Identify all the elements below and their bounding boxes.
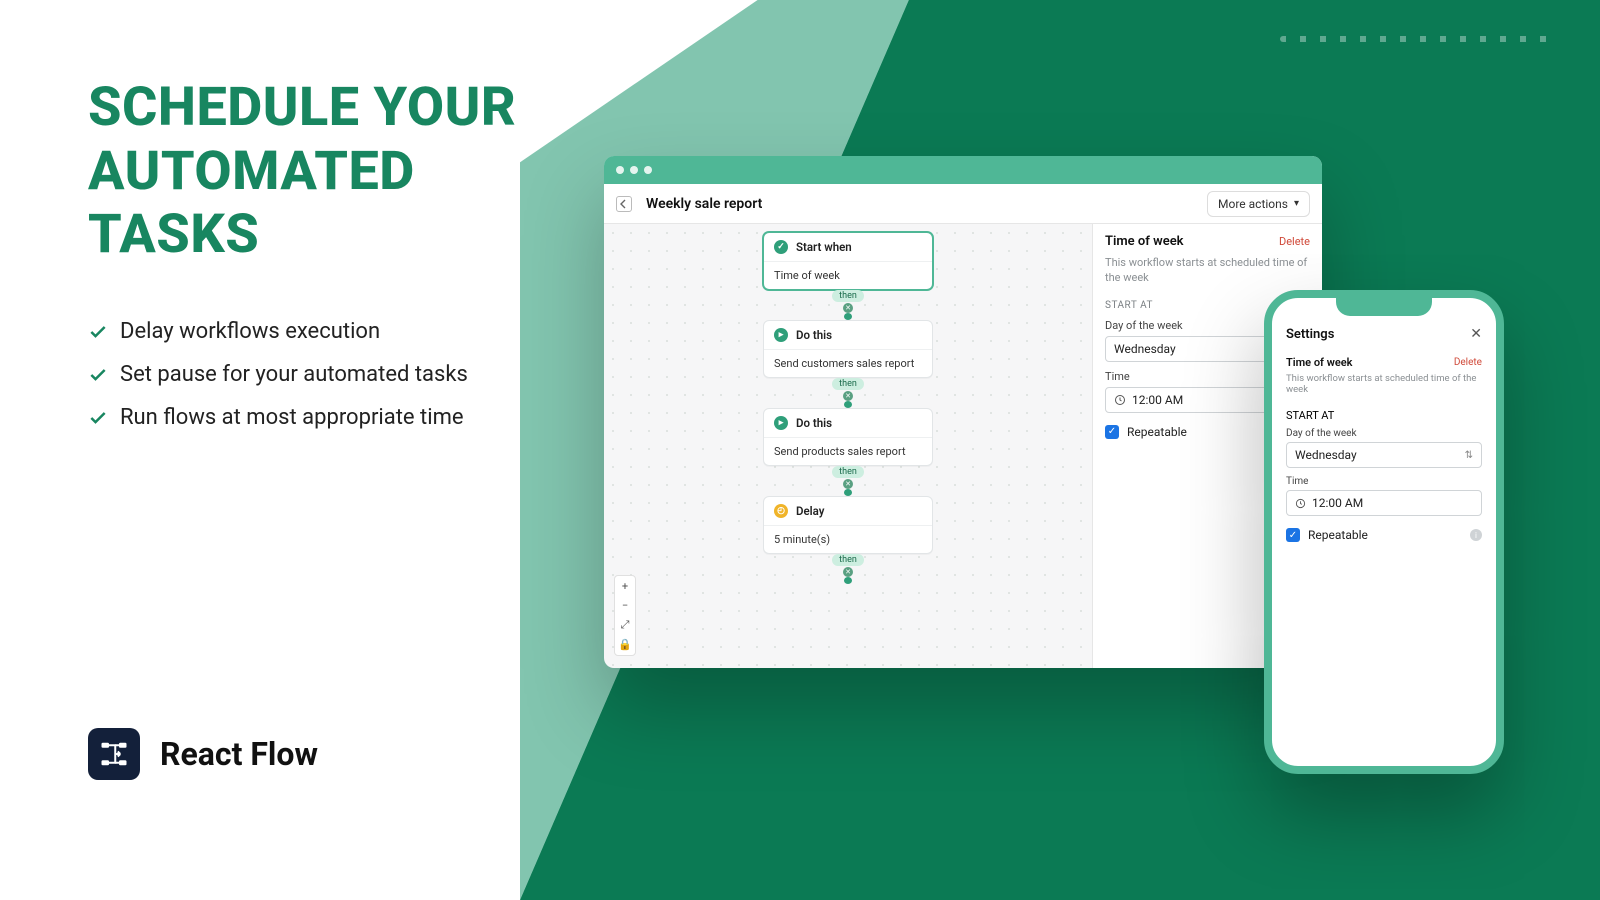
zoom-controls: + − ⤢ 🔒	[614, 575, 636, 656]
zoom-in-button[interactable]: +	[622, 580, 628, 593]
more-actions-button[interactable]: More actions ▾	[1207, 191, 1310, 217]
delete-button[interactable]: Delete	[1454, 357, 1482, 368]
flow-node-action[interactable]: ▸ Do this Send products sales report	[763, 408, 933, 466]
hero-line-2: AUTOMATED	[88, 140, 516, 204]
section-label: START AT	[1286, 409, 1482, 422]
bullet-text: Set pause for your automated tasks	[120, 362, 468, 387]
repeatable-label: Repeatable	[1127, 425, 1187, 439]
decoration-dots	[1280, 36, 1560, 42]
time-value: 12:00 AM	[1312, 496, 1363, 510]
flow-node-action[interactable]: ▸ Do this Send customers sales report	[763, 320, 933, 378]
node-title: Do this	[796, 416, 832, 430]
connector-label: then	[832, 290, 864, 302]
time-input: 12:00 AM	[1286, 490, 1482, 516]
day-select[interactable]: Wednesday ⇅	[1286, 442, 1482, 468]
brand-name: React Flow	[160, 735, 318, 773]
hero-bullets: Delay workflows execution Set pause for …	[88, 319, 516, 430]
panel-subtitle: This workflow starts at scheduled time o…	[1105, 255, 1310, 286]
flow-connector: then ✕	[763, 378, 933, 408]
more-actions-label: More actions	[1218, 197, 1288, 211]
page-title: Weekly sale report	[646, 196, 762, 212]
flow-canvas[interactable]: ✓ Start when Time of week then ✕ ▸ Do this…	[604, 224, 1092, 668]
checkbox-checked-icon: ✓	[1286, 528, 1300, 542]
chevron-down-icon: ▾	[1294, 198, 1299, 209]
phone-mockup: Settings ✕ Time of week Delete This work…	[1264, 290, 1504, 774]
bullet-item: Delay workflows execution	[88, 319, 516, 344]
phone-title: Settings	[1286, 327, 1334, 342]
info-icon[interactable]: i	[1470, 529, 1482, 541]
play-circle-icon: ▸	[774, 416, 788, 430]
toolbar: Weekly sale report More actions ▾	[604, 184, 1322, 224]
back-icon	[619, 199, 629, 209]
browser-window: Weekly sale report More actions ▾ ✓ Start…	[604, 156, 1322, 668]
remove-connector-icon[interactable]: ✕	[843, 567, 853, 577]
bullet-item: Run flows at most appropriate time	[88, 405, 516, 430]
flow-node-delay[interactable]: ◴ Delay 5 minute(s)	[763, 496, 933, 554]
flow-icon	[99, 739, 129, 769]
node-subtitle: Send customers sales report	[764, 350, 932, 377]
checkbox-checked-icon: ✓	[1105, 425, 1119, 439]
check-icon	[88, 322, 108, 342]
delete-button[interactable]: Delete	[1279, 235, 1310, 248]
traffic-light-icon	[644, 166, 652, 174]
remove-connector-icon[interactable]: ✕	[843, 303, 853, 313]
clock-icon	[1114, 394, 1126, 406]
brand: React Flow	[88, 728, 318, 780]
day-label: Day of the week	[1286, 428, 1482, 439]
remove-connector-icon[interactable]: ✕	[843, 391, 853, 401]
hero-line-1: SCHEDULE YOUR	[88, 76, 516, 140]
traffic-light-icon	[630, 166, 638, 174]
check-circle-icon: ✓	[774, 240, 788, 254]
node-subtitle: Time of week	[764, 262, 932, 289]
connector-label: then	[832, 554, 864, 566]
connector-label: then	[832, 378, 864, 390]
day-value: Wednesday	[1114, 342, 1176, 356]
clock-icon	[1295, 498, 1306, 509]
phone-notch	[1336, 298, 1432, 316]
hero-heading: SCHEDULE YOUR AUTOMATED TASKS	[88, 76, 516, 267]
bullet-item: Set pause for your automated tasks	[88, 362, 516, 387]
repeatable-label: Repeatable	[1308, 528, 1368, 542]
bullet-text: Delay workflows execution	[120, 319, 380, 344]
clock-icon: ◴	[774, 504, 788, 518]
fit-view-button[interactable]: ⤢	[621, 618, 630, 632]
check-icon	[88, 408, 108, 428]
node-title: Do this	[796, 328, 832, 342]
time-value: 12:00 AM	[1132, 393, 1183, 407]
time-label: Time	[1286, 476, 1482, 487]
day-value: Wednesday	[1295, 448, 1357, 462]
phone-subtitle: This workflow starts at scheduled time o…	[1286, 373, 1482, 395]
lock-button[interactable]: 🔒	[618, 638, 632, 651]
back-button[interactable]	[616, 196, 632, 212]
zoom-out-button[interactable]: −	[622, 599, 628, 612]
close-button[interactable]: ✕	[1470, 326, 1482, 342]
connector-label: then	[832, 466, 864, 478]
brand-icon	[88, 728, 140, 780]
node-title: Delay	[796, 504, 824, 518]
panel-title: Time of week	[1105, 234, 1184, 249]
hero-line-3: TASKS	[88, 203, 516, 267]
bullet-text: Run flows at most appropriate time	[120, 405, 464, 430]
node-subtitle: 5 minute(s)	[764, 526, 932, 553]
phone-card-title: Time of week	[1286, 356, 1352, 369]
flow-connector: then ✕	[763, 554, 933, 584]
traffic-light-icon	[616, 166, 624, 174]
select-caret-icon: ⇅	[1465, 450, 1473, 461]
window-chrome	[604, 156, 1322, 184]
flow-node-start[interactable]: ✓ Start when Time of week	[763, 232, 933, 290]
repeatable-checkbox[interactable]: ✓ Repeatable i	[1286, 528, 1482, 542]
check-icon	[88, 365, 108, 385]
node-subtitle: Send products sales report	[764, 438, 932, 465]
flow-connector: then ✕	[763, 290, 933, 320]
remove-connector-icon[interactable]: ✕	[843, 479, 853, 489]
play-circle-icon: ▸	[774, 328, 788, 342]
node-title: Start when	[796, 240, 852, 254]
flow-connector: then ✕	[763, 466, 933, 496]
